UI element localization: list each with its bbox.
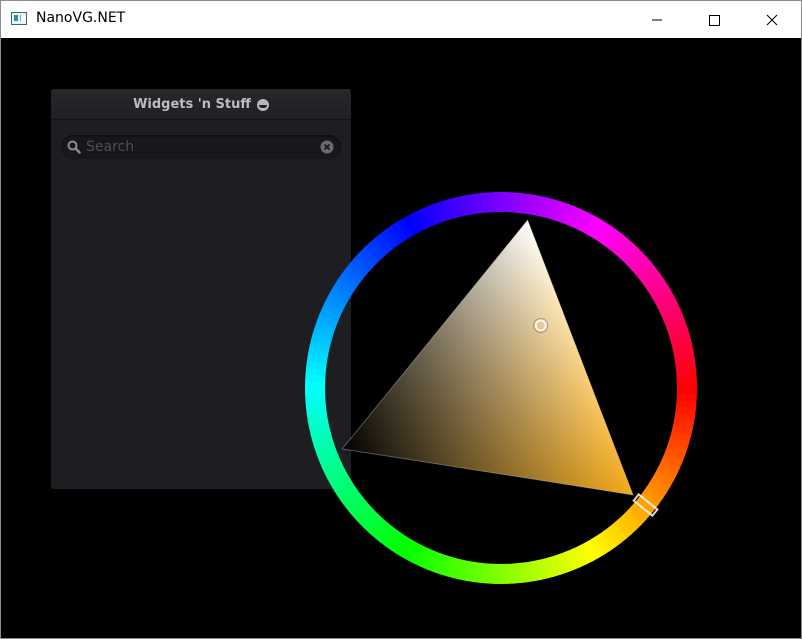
title-bar[interactable]: NanoVG.NET (1, 1, 801, 38)
color-wheel[interactable] (1, 38, 801, 638)
saturation-value-triangle[interactable] (341, 219, 634, 496)
hue-ring-segment (676, 381, 697, 390)
window-title: NanoVG.NET (36, 10, 126, 26)
maximize-icon (709, 14, 720, 26)
close-button[interactable] (743, 1, 801, 38)
close-icon (766, 14, 778, 25)
app-window: NanoVG.NET Widgets 'n Stuff (0, 0, 802, 639)
maximize-button[interactable] (685, 1, 743, 38)
minimize-button[interactable] (628, 1, 686, 38)
triangle-value-fill (341, 219, 634, 496)
minimize-icon (652, 19, 662, 20)
app-icon (11, 12, 27, 25)
canvas-area: Widgets 'n Stuff (1, 38, 801, 638)
